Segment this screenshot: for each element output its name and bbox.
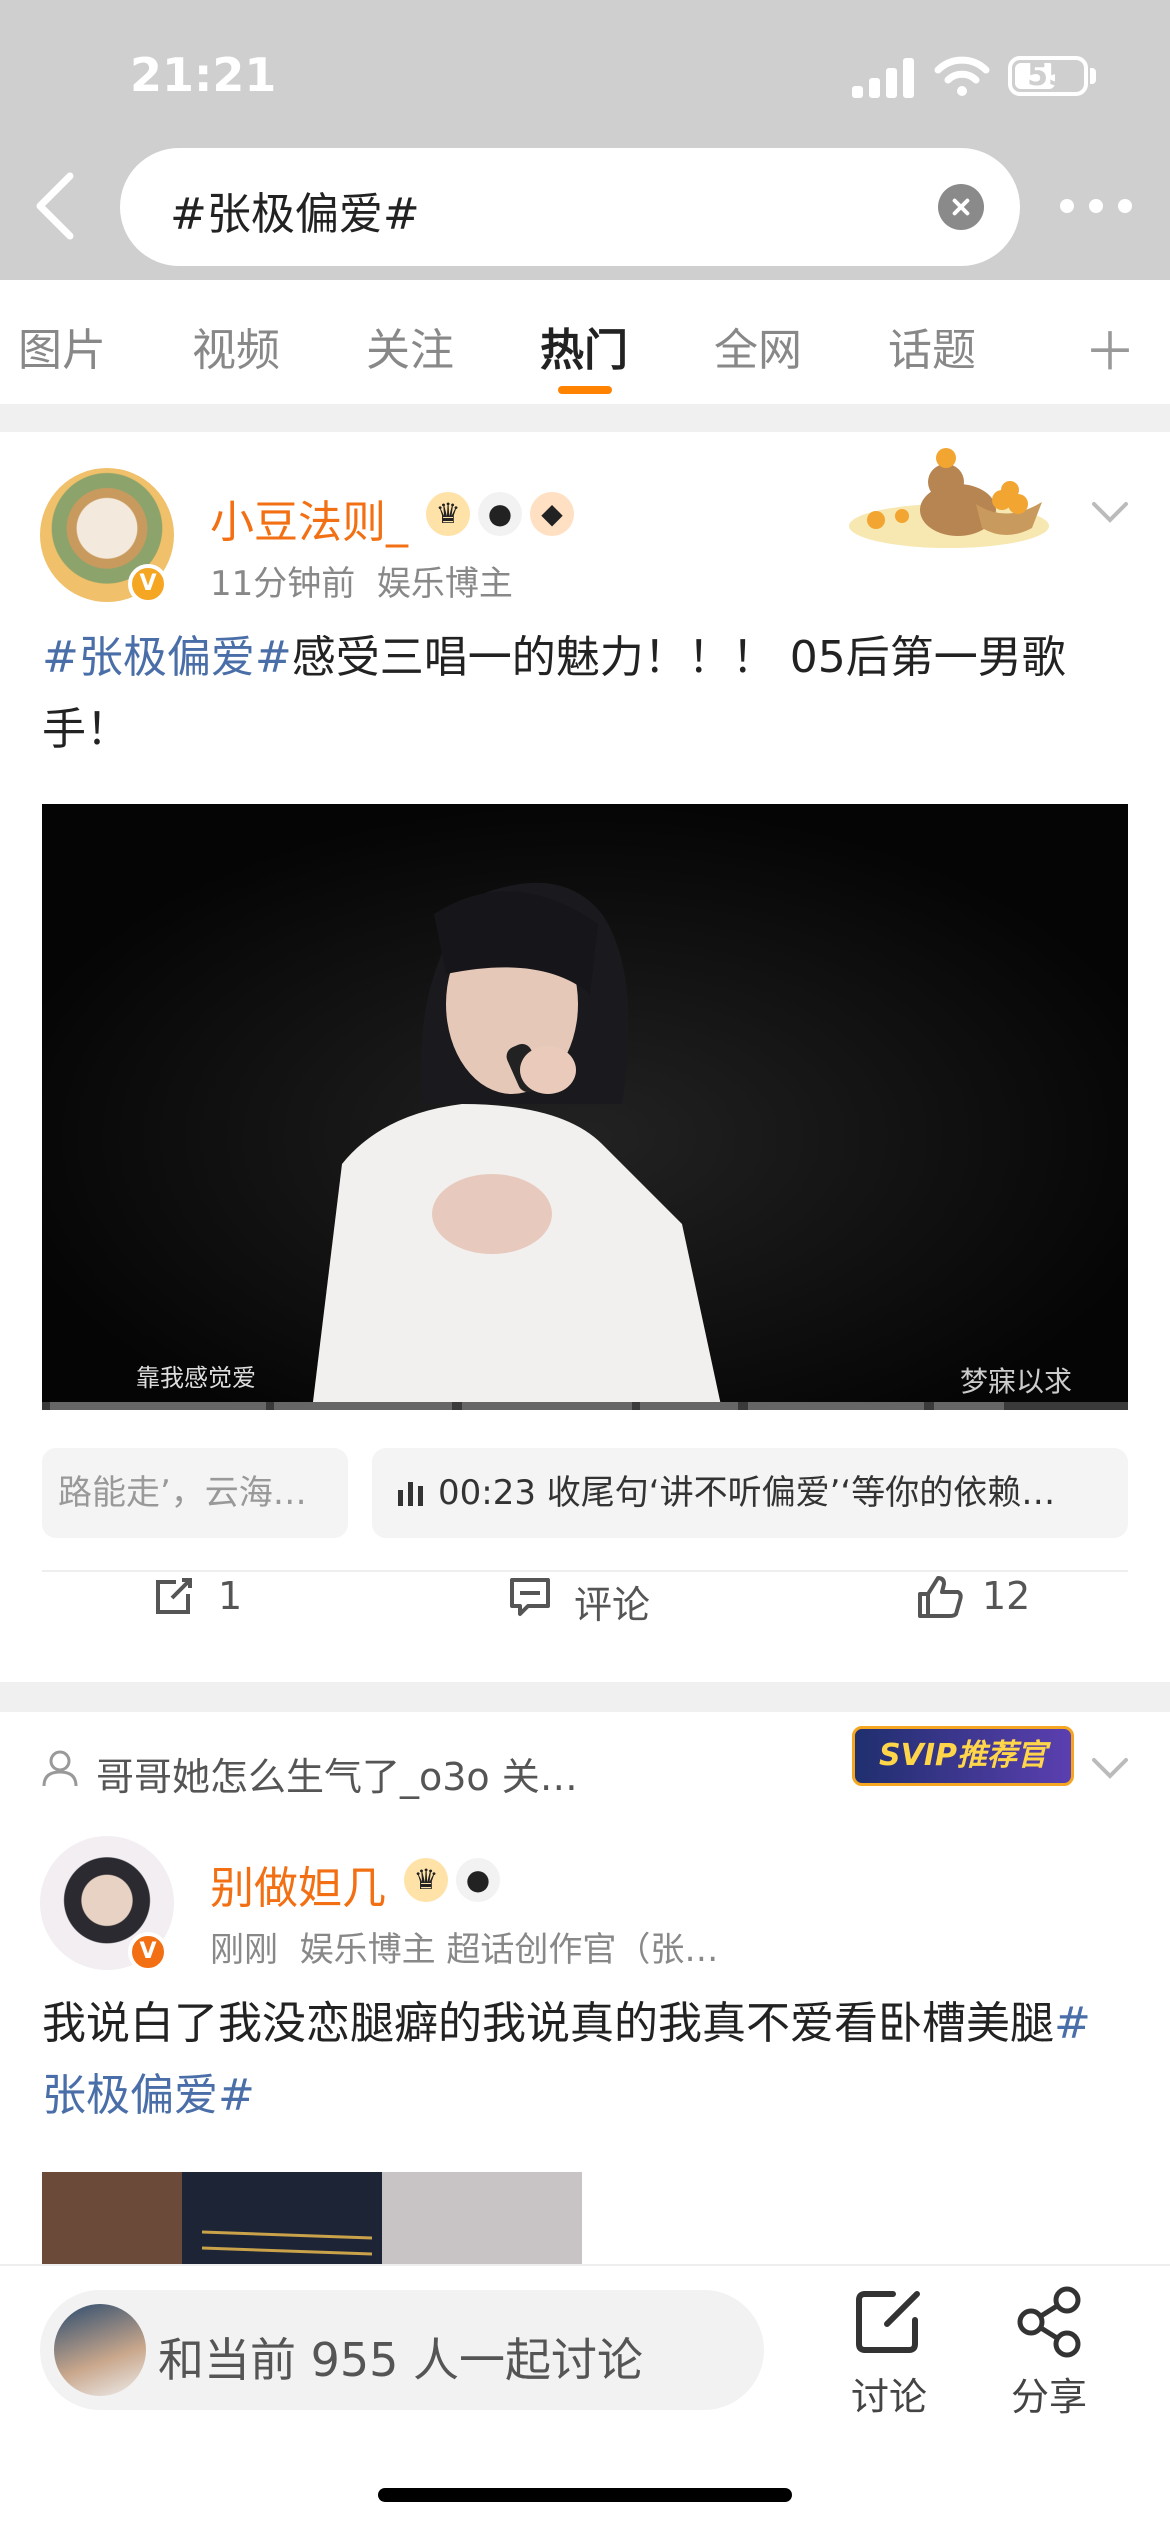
cellular-signal-icon	[852, 58, 914, 98]
repost-icon	[156, 1578, 192, 1614]
add-tab-icon[interactable]: ＋	[1084, 310, 1136, 385]
recommend-text: 哥哥她怎么生气了_o3o 关…	[96, 1755, 578, 1799]
tab-hot[interactable]: 热门	[540, 314, 628, 378]
share-label: 分享	[1010, 2375, 1087, 2419]
crown-badge-icon: ♛	[404, 1858, 448, 1902]
comment-label: 评论	[574, 1583, 651, 1627]
capybara-decoration-icon	[849, 448, 1049, 548]
discuss-prompt: 和当前 955 人一起讨论	[158, 2333, 644, 2387]
avatar	[54, 2304, 146, 2396]
panda-badge-icon: ●	[456, 1858, 500, 1902]
active-tab-indicator	[558, 386, 612, 394]
post-image[interactable]	[42, 2172, 582, 2272]
edit-icon	[856, 2291, 920, 2353]
share-button[interactable]: 分享	[994, 2286, 1104, 2426]
tab-following[interactable]: 关注	[366, 314, 454, 378]
verified-badge-icon: V	[128, 1932, 168, 1972]
wifi-icon	[934, 56, 990, 96]
like-count: 12	[982, 1574, 1031, 1618]
singer-video-frame	[42, 804, 1128, 1410]
repost-button[interactable]: 1	[152, 1568, 292, 1628]
chapter-chip-current[interactable]: 00:23 收尾句‘讲不听偏爱’‘等你的依赖…	[372, 1448, 1128, 1538]
user-role: 娱乐博主	[376, 564, 513, 604]
post-text: #张极偏爱#感受三唱一的魅力！！！ 05后第一男歌手！	[42, 622, 1128, 766]
person-icon	[42, 1750, 78, 1787]
user-name[interactable]: 小豆法则_	[210, 486, 408, 550]
chevron-down-icon[interactable]	[1090, 492, 1130, 532]
search-query-text: #张极偏爱#	[170, 189, 420, 240]
post-image-preview	[42, 2172, 582, 2272]
hashtag-link[interactable]: #张极偏爱#	[42, 632, 292, 683]
fish-badge-icon: ◆	[530, 492, 574, 536]
tab-videos[interactable]: 视频	[192, 314, 280, 378]
video-player[interactable]: 靠我感觉爱 梦寐以求	[42, 804, 1128, 1410]
home-indicator	[378, 2488, 792, 2502]
audio-bars-icon	[398, 1482, 423, 1506]
battery-percent: 55	[1027, 58, 1069, 93]
crown-badge-icon: ♛	[426, 492, 470, 536]
more-options-icon[interactable]	[1060, 196, 1132, 216]
clear-search-icon[interactable]	[938, 184, 984, 230]
chapter-chip-text: 00:23 收尾句‘讲不听偏爱’‘等你的依赖…	[438, 1473, 1056, 1513]
post-card: V 小豆法则_ ♛ ● ◆ 11分钟前 娱乐博主 #张极偏爱#感受三唱一的魅力！…	[0, 432, 1170, 1682]
panda-badge-icon: ●	[478, 492, 522, 536]
comment-icon	[510, 1578, 550, 1616]
tab-bar: 图片 视频 关注 热门 全网 话题 ＋	[0, 280, 1170, 404]
battery-icon: 55	[1008, 56, 1088, 96]
chapter-chip-previous[interactable]: 路能走’，云海…	[42, 1448, 348, 1538]
back-arrow-icon[interactable]	[28, 170, 84, 242]
search-input[interactable]: #张极偏爱#	[120, 148, 1020, 266]
discuss-label: 讨论	[850, 2375, 927, 2419]
post-text: 我说白了我没恋腿癖的我说真的我真不爱看卧槽美腿#张极偏爱#	[42, 1988, 1128, 2132]
status-time: 21:21	[130, 48, 277, 102]
discuss-input[interactable]: 和当前 955 人一起讨论	[40, 2290, 764, 2410]
video-progress-bar[interactable]	[42, 1402, 1128, 1410]
discuss-button[interactable]: 讨论	[834, 2286, 944, 2426]
comment-button[interactable]: 评论	[508, 1568, 708, 1628]
like-button[interactable]: 12	[916, 1568, 1076, 1628]
tab-topics[interactable]: 话题	[888, 314, 976, 378]
post-body: 我说白了我没恋腿癖的我说真的我真不爱看卧槽美腿	[42, 1998, 1054, 2049]
top-header: 21:21 55 #张极偏爱#	[0, 0, 1170, 280]
post-card: 哥哥她怎么生气了_o3o 关… SVIP推荐官 V 别做妲几 ♛ ● 刚刚 娱乐…	[0, 1712, 1170, 2272]
verified-badge-icon: V	[128, 564, 168, 604]
post-time: 11分钟前	[210, 564, 356, 604]
chevron-down-icon[interactable]	[1090, 1748, 1130, 1788]
user-name[interactable]: 别做妲几	[210, 1852, 386, 1916]
tab-all-web[interactable]: 全网	[714, 314, 802, 378]
svip-recommender-badge: SVIP推荐官	[852, 1726, 1074, 1786]
repost-count: 1	[218, 1574, 243, 1618]
share-icon	[1017, 2286, 1081, 2358]
tab-images[interactable]: 图片	[18, 314, 106, 378]
video-caption: 靠我感觉爱	[136, 1364, 256, 1392]
video-watermark: 梦寐以求	[959, 1365, 1072, 1398]
user-role: 娱乐博主 超话创作官（张…	[299, 1930, 719, 1970]
post-time: 刚刚	[210, 1930, 278, 1970]
thumbs-up-icon	[918, 1576, 963, 1618]
